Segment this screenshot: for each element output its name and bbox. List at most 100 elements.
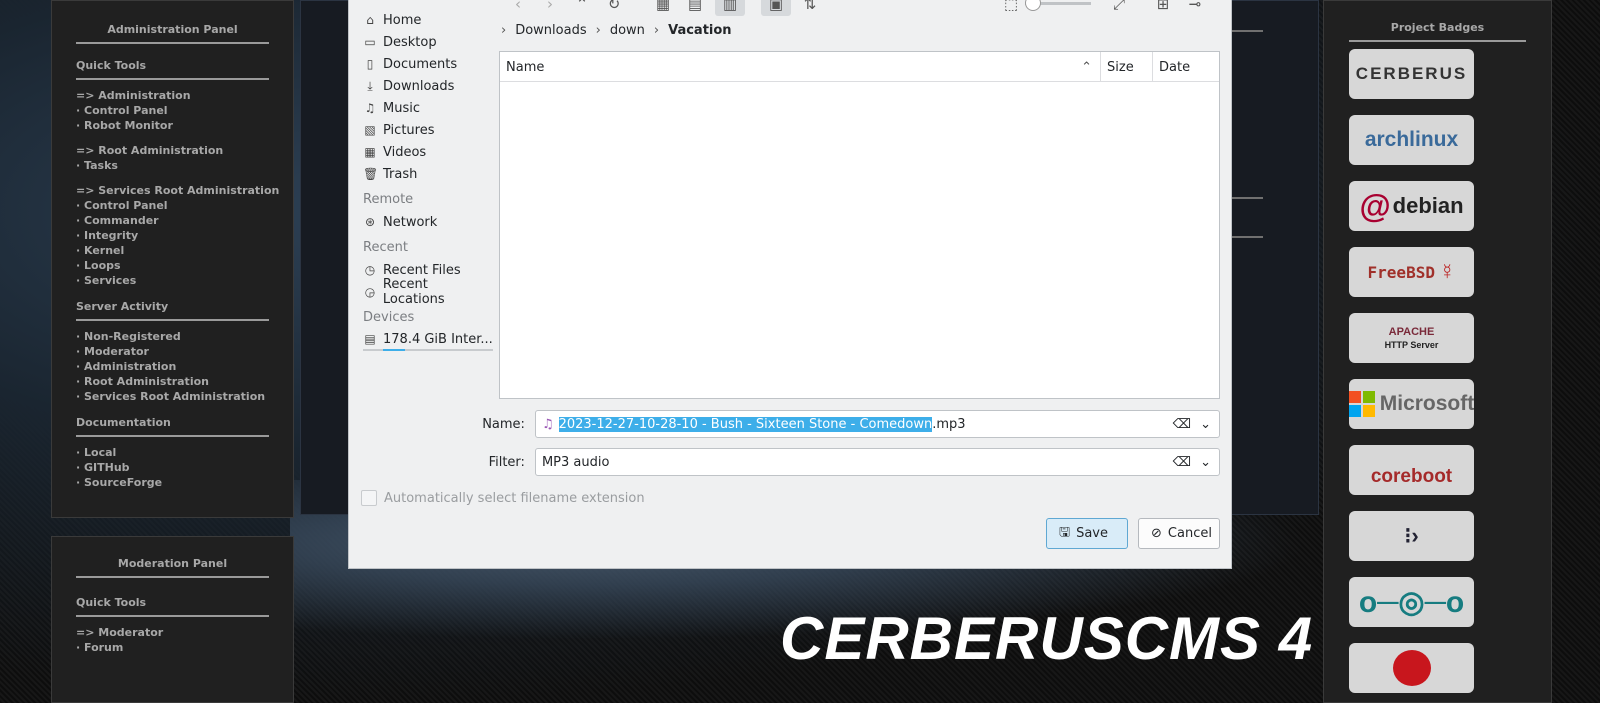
auto-extension-label: Automatically select filename extension [384,490,645,506]
auto-extension-option[interactable]: Automatically select filename extension [361,490,645,506]
admin-link[interactable]: · Integrity [76,228,293,243]
name-extension-text: .mp3 [932,416,966,432]
forward-icon[interactable]: › [539,0,561,16]
places-panel: ⌂ Home ▭ Desktop ▯ Documents ⤓ Downloads ♫ Mu… [363,9,493,351]
place-desktop[interactable]: ▭ Desktop [363,31,493,53]
filter-combobox[interactable]: MP3 audio ⌫ ⌄ [534,448,1220,476]
coreboot-badge[interactable]: coreboot [1349,445,1474,495]
admin-link[interactable]: · Services [76,273,293,288]
dots-chevron-icon: ⁝› [1404,523,1419,548]
place-internal-drive[interactable]: ▤ 178.4 GiB Inter... [363,329,493,351]
name-field[interactable]: ♫ 2023-12-27-10-28-10 - Bush - Sixteen S… [534,410,1220,438]
breadcrumb: › Downloads › down › Vacation [501,23,732,38]
compact-view-icon[interactable]: ▤ [683,0,707,16]
moderation-panel-title: Moderation Panel [117,557,228,570]
place-trash[interactable]: 🗑 Trash [363,163,493,185]
docs-link[interactable]: · Local [76,445,293,460]
clear-filter-icon[interactable]: ⌫ [1173,455,1191,470]
admin-link[interactable]: · Commander [76,213,293,228]
column-date[interactable]: Date [1152,52,1221,82]
zoom-slider[interactable] [1025,0,1095,16]
zoom-out-icon[interactable]: ⬚ [1001,0,1021,16]
activity-link[interactable]: · Administration [76,359,293,374]
moderation-panel: Moderation Panel Quick Tools => Moderato… [51,536,294,703]
project-badges-title: Project Badges [1390,21,1485,34]
options-icon[interactable]: ⊸ [1185,0,1205,16]
zoom-in-icon[interactable]: ⤢ [1109,0,1129,16]
admin-link[interactable]: · Loops [76,258,293,273]
cancel-button[interactable]: ⊘ Cancel [1138,518,1220,549]
activity-link[interactable]: · Moderator [76,344,293,359]
videos-icon: ▦ [364,145,376,159]
auto-extension-checkbox[interactable] [361,490,377,506]
admin-link[interactable]: · Kernel [76,243,293,258]
save-icon: 🖫 [1059,524,1071,540]
parent-folder-icon[interactable]: ⌃ [571,0,593,16]
admin-link[interactable]: => Services Root Administration [76,183,293,198]
place-videos[interactable]: ▦ Videos [363,141,493,163]
place-pictures[interactable]: ▧ Pictures [363,119,493,141]
chevron-right-icon: › [653,23,660,38]
apache-badge[interactable]: APACHE HTTP Server [1349,313,1474,363]
quick-tools-heading: Quick Tools [76,59,147,72]
cancel-icon: ⊘ [1151,526,1162,541]
place-recent-locations[interactable]: ◶ Recent Locations [363,277,493,307]
microsoft-badge[interactable]: Microsoft [1349,379,1474,429]
column-size[interactable]: Size [1100,52,1152,82]
recent-header: Recent [363,240,408,255]
back-icon[interactable]: ‹ [507,0,529,16]
chevron-down-icon[interactable]: ⌄ [1200,455,1211,470]
activity-link[interactable]: · Services Root Administration [76,389,293,404]
tomato-badge[interactable] [1349,643,1474,693]
activity-link[interactable]: · Non-Registered [76,329,293,344]
new-folder-icon[interactable]: ⊞ [1153,0,1173,16]
sort-ascending-icon: ⌃ [1081,59,1092,75]
preview-icon[interactable]: ▣ [761,0,791,16]
crumb-down[interactable]: down [610,23,645,38]
docs-link[interactable]: · GITHub [76,460,293,475]
dots-logo-badge[interactable]: ⁝› [1349,511,1474,561]
admin-link[interactable]: => Root Administration [76,143,293,158]
lineage-badge[interactable]: o─◎─o [1349,577,1474,627]
name-label: Name: [482,416,525,432]
administration-panel: Administration Panel Quick Tools => Admi… [51,0,294,518]
archlinux-badge[interactable]: archlinux [1349,115,1474,165]
desktop-icon: ▭ [364,35,376,49]
admin-link[interactable]: => Administration [76,88,293,103]
place-home[interactable]: ⌂ Home [363,9,493,31]
clear-text-icon[interactable]: ⌫ [1173,417,1191,432]
place-music[interactable]: ♫ Music [363,97,493,119]
admin-link[interactable]: · Control Panel [76,103,293,118]
save-button[interactable]: 🖫 Save [1046,518,1128,549]
sort-icon[interactable]: ⇅ [799,0,821,16]
tomato-icon [1392,650,1431,686]
admin-link[interactable]: · Robot Monitor [76,118,293,133]
mod-link[interactable]: => Moderator [76,625,293,640]
downloads-icon: ⤓ [367,78,373,93]
lineage-logo-icon: o─◎─o [1358,585,1465,619]
reload-icon[interactable]: ↻ [603,0,625,16]
recent-locations-icon: ◶ [364,285,376,299]
drive-usage-bar [383,349,405,351]
place-documents[interactable]: ▯ Documents [363,53,493,75]
admin-link[interactable]: · Tasks [76,158,293,173]
cerberus-badge[interactable]: CERBERUS [1349,49,1474,99]
freebsd-badge[interactable]: FreeBSD ☿ [1349,247,1474,297]
crumb-vacation[interactable]: Vacation [668,23,731,38]
detail-view-icon[interactable]: ▥ [715,0,745,16]
docs-link[interactable]: · SourceForge [76,475,293,490]
file-list[interactable]: Name ⌃ Size Date [499,51,1220,399]
activity-link[interactable]: · Root Administration [76,374,293,389]
admin-panel-title: Administration Panel [107,23,238,36]
debian-badge[interactable]: @ debian [1349,181,1474,231]
place-network[interactable]: ⊛ Network [363,211,493,233]
crumb-downloads[interactable]: Downloads [515,23,586,38]
column-name[interactable]: Name ⌃ [500,52,1100,82]
place-downloads[interactable]: ⤓ Downloads [363,75,493,97]
admin-link[interactable]: · Control Panel [76,198,293,213]
chevron-down-icon[interactable]: ⌄ [1200,417,1211,432]
filter-label: Filter: [488,454,525,470]
brand-title: CERBERUSCMS 4 [780,605,1314,672]
mod-link[interactable]: · Forum [76,640,293,655]
icon-view-icon[interactable]: ▦ [651,0,675,16]
